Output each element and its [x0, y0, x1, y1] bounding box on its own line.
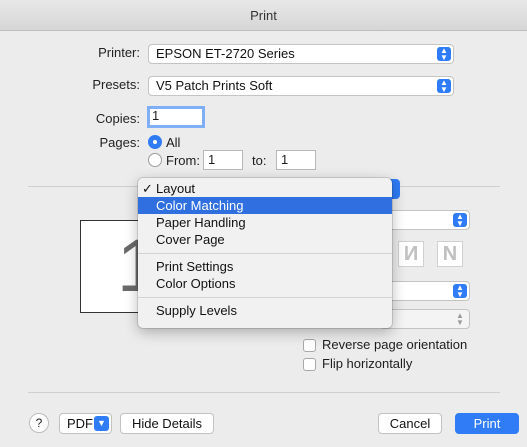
- pages-all-label: All: [166, 135, 181, 150]
- pages-label: Pages:: [99, 135, 140, 150]
- two-sided-select[interactable]: ▲ ▼: [380, 309, 470, 329]
- presets-value: V5 Patch Prints Soft: [156, 78, 273, 93]
- cancel-button[interactable]: Cancel: [378, 413, 442, 434]
- pdf-label: PDF: [67, 416, 93, 431]
- section-menu: ✓ Layout Color Matching Paper Handling C…: [138, 178, 392, 328]
- popup-stepper-icon: ▲ ▼: [453, 213, 467, 228]
- layout-direction-s-icon[interactable]: И: [398, 241, 424, 267]
- menu-item-cover-page[interactable]: Cover Page: [138, 231, 392, 248]
- menu-item-print-settings[interactable]: Print Settings: [138, 258, 392, 275]
- menu-item-color-options[interactable]: Color Options: [138, 275, 392, 292]
- checkmark-icon: ✓: [142, 181, 153, 196]
- popup-stepper-icon: ▲ ▼: [437, 79, 451, 94]
- pages-to-input[interactable]: 1: [276, 150, 316, 170]
- printer-select[interactable]: EPSON ET-2720 Series ▲ ▼: [148, 44, 454, 64]
- chevron-down-icon: ▼: [94, 416, 109, 431]
- popup-stepper-icon: ▲ ▼: [456, 311, 464, 327]
- menu-item-label: Cover Page: [156, 232, 225, 247]
- layout-direction-n-icon[interactable]: N: [437, 241, 463, 267]
- window-title: Print: [250, 7, 277, 23]
- divider-bottom: [28, 392, 500, 393]
- presets-select[interactable]: V5 Patch Prints Soft ▲ ▼: [148, 76, 454, 96]
- hide-details-button[interactable]: Hide Details: [120, 413, 214, 434]
- copies-label: Copies:: [95, 111, 140, 126]
- presets-label: Presets:: [92, 77, 140, 92]
- menu-item-label: Color Matching: [156, 198, 244, 213]
- print-button[interactable]: Print: [455, 413, 519, 434]
- menu-separator: [138, 297, 392, 298]
- menu-item-supply-levels[interactable]: Supply Levels: [138, 302, 392, 319]
- menu-item-color-matching[interactable]: Color Matching: [138, 197, 392, 214]
- menu-item-paper-handling[interactable]: Paper Handling: [138, 214, 392, 231]
- menu-item-label: Supply Levels: [156, 303, 237, 318]
- menu-item-label: Paper Handling: [156, 215, 246, 230]
- menu-item-label: Print Settings: [156, 259, 234, 274]
- pages-per-sheet-select[interactable]: ▲ ▼: [380, 210, 470, 230]
- reverse-orientation-checkbox[interactable]: [303, 339, 316, 352]
- pages-from-input[interactable]: 1: [203, 150, 243, 170]
- flip-horizontally-checkbox[interactable]: [303, 358, 316, 371]
- flip-horizontally-label: Flip horizontally: [322, 356, 413, 371]
- border-select[interactable]: ▲ ▼: [380, 281, 470, 301]
- help-button[interactable]: ?: [29, 413, 49, 433]
- popup-stepper-icon: ▲ ▼: [453, 284, 467, 299]
- pages-to-label: to:: [252, 153, 267, 168]
- pages-from-radio[interactable]: [148, 153, 162, 167]
- menu-separator: [138, 253, 392, 254]
- pages-from-label: From:: [166, 153, 200, 168]
- printer-label: Printer:: [98, 45, 140, 60]
- pdf-menu-button[interactable]: PDF ▼: [59, 413, 112, 434]
- pages-all-radio[interactable]: [148, 135, 162, 149]
- title-bar: Print: [0, 0, 527, 31]
- printer-value: EPSON ET-2720 Series: [156, 46, 295, 61]
- menu-item-label: Layout: [156, 181, 196, 196]
- popup-stepper-icon: ▲ ▼: [437, 47, 451, 62]
- menu-item-layout[interactable]: ✓ Layout: [138, 180, 392, 197]
- reverse-orientation-label: Reverse page orientation: [322, 337, 468, 352]
- copies-input[interactable]: 1: [147, 106, 205, 128]
- menu-item-label: Color Options: [156, 276, 236, 291]
